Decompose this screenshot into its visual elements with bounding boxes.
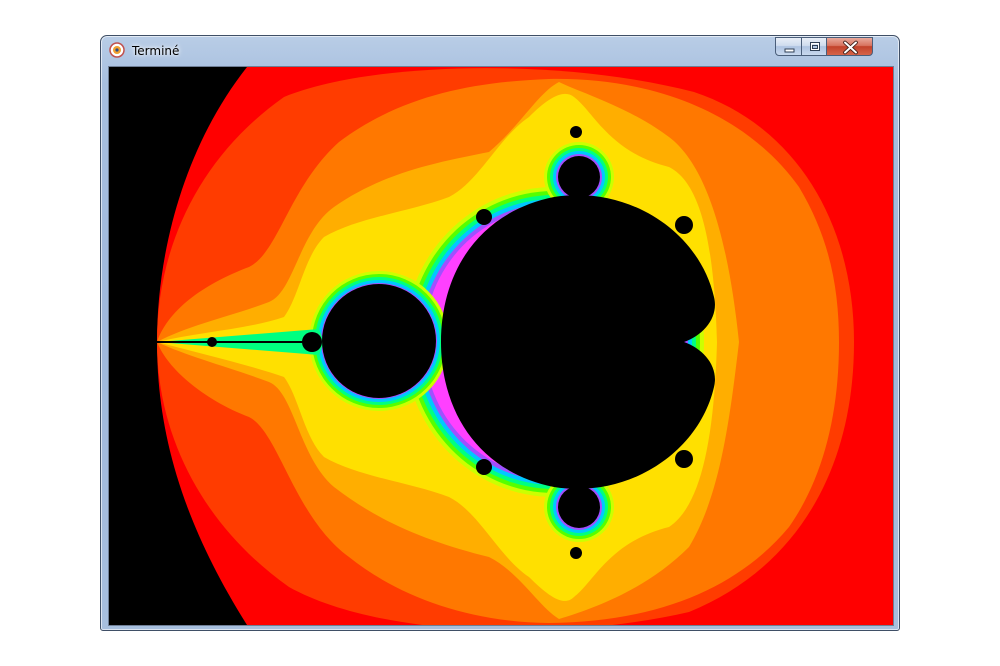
app-icon [109, 42, 125, 58]
mini-bulb [302, 332, 322, 352]
right-top-bulb [675, 216, 693, 234]
mini-bulb-tip [207, 337, 217, 347]
mandelbrot-canvas[interactable] [109, 67, 893, 625]
bottom-bulb [558, 486, 600, 528]
right-bottom-bulb [675, 450, 693, 468]
left-bottom-bulb [476, 459, 492, 475]
window-title: Terminé [132, 44, 180, 58]
minimize-icon [784, 48, 795, 53]
maximize-button[interactable] [801, 37, 827, 56]
fractal-canvas-area[interactable] [108, 66, 894, 626]
minimize-button[interactable] [775, 37, 802, 56]
close-button[interactable] [826, 37, 873, 56]
title-bar[interactable]: Terminé [101, 36, 899, 66]
top-mini-bulb [570, 126, 582, 138]
app-window: Terminé [100, 35, 900, 631]
close-icon [843, 40, 858, 55]
period-two-bulb [322, 284, 436, 398]
top-bulb [558, 156, 600, 198]
bottom-mini-bulb [570, 547, 582, 559]
left-top-bulb [476, 209, 492, 225]
maximize-icon [810, 42, 820, 51]
main-cardioid [441, 195, 715, 489]
